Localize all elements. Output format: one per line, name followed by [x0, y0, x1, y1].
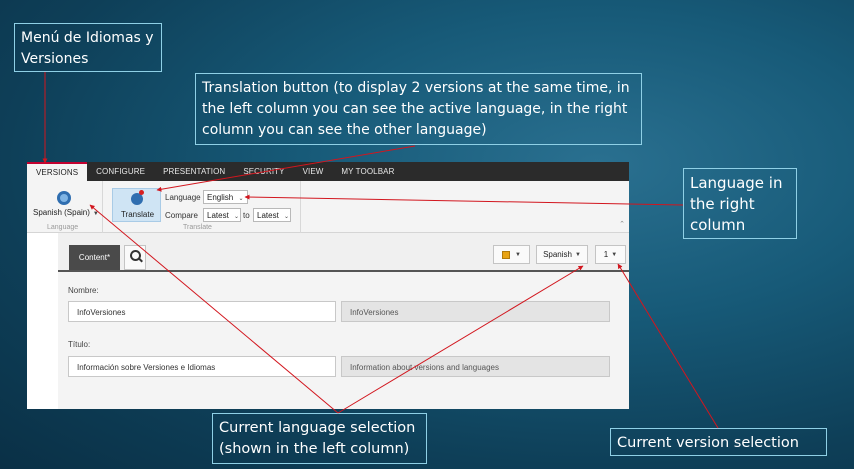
tab-security[interactable]: SECURITY — [234, 162, 293, 181]
tab-presentation[interactable]: PRESENTATION — [154, 162, 234, 181]
callout-current-version: Current version selection — [610, 428, 827, 456]
caret-down-icon: ▼ — [611, 251, 618, 258]
language-group: Spanish (Spain) ▼ Language — [27, 181, 103, 233]
version-selector-label: 1 — [603, 250, 609, 259]
callout-translate-button: Translation button (to display 2 version… — [195, 73, 642, 145]
nombre-input-left[interactable]: InfoVersiones — [68, 301, 336, 322]
translate-language-select[interactable]: English ⌄ — [203, 190, 248, 204]
nombre-input-right: InfoVersiones — [341, 301, 610, 322]
titulo-input-left[interactable]: Información sobre Versiones e Idiomas — [68, 356, 336, 377]
language-selector-label: Spanish — [543, 250, 572, 259]
save-icon — [502, 250, 511, 259]
callout-menu: Menú de Idiomas y Versiones — [14, 23, 162, 72]
compare-to-value: Latest — [257, 211, 279, 220]
version-selector-button[interactable]: 1 ▼ — [595, 245, 626, 264]
compare-from-select[interactable]: Latest ⌄ — [203, 208, 241, 222]
language-field-label: Language — [165, 193, 201, 202]
ribbon: Spanish (Spain) ▼ Language Translate Lang… — [27, 181, 629, 233]
tab-versions[interactable]: VERSIONS — [27, 162, 88, 181]
translate-icon — [131, 190, 144, 205]
caret-down-icon: ▼ — [515, 251, 521, 258]
translate-group: Translate Language English ⌄ Compare Lat… — [107, 181, 301, 233]
chevron-down-icon: ⌄ — [234, 214, 240, 220]
titulo-label: Título: — [68, 340, 91, 349]
collapse-ribbon-icon[interactable]: ⌃ — [619, 220, 625, 228]
chevron-down-icon: ⌄ — [284, 214, 290, 220]
ribbon-tabs: VERSIONS CONFIGURE PRESENTATION SECURITY… — [27, 162, 629, 181]
globe-icon — [57, 191, 71, 205]
callout-language-right-column: Language in the right column — [683, 168, 797, 239]
arrow-current-version — [617, 263, 719, 429]
translate-button-label: Translate — [120, 210, 155, 219]
tab-my-toolbar[interactable]: MY TOOLBAR — [332, 162, 403, 181]
callout-current-language: Current language selection (shown in the… — [212, 413, 427, 464]
content-fields: Nombre: InfoVersiones InfoVersiones Títu… — [58, 272, 629, 409]
language-group-name: Language — [47, 224, 79, 231]
compare-from-value: Latest — [207, 211, 229, 220]
tab-configure[interactable]: CONFIGURE — [87, 162, 154, 181]
editor-screenshot: VERSIONS CONFIGURE PRESENTATION SECURITY… — [27, 162, 629, 409]
editor-toolbar: Content* ▼ Spanish ▼ 1 ▼ — [58, 233, 629, 272]
caret-down-icon: ▼ — [574, 251, 581, 258]
language-selector-button[interactable]: Spanish ▼ — [536, 245, 588, 264]
chevron-down-icon: ⌄ — [238, 196, 244, 202]
compare-to-select[interactable]: Latest ⌄ — [253, 208, 291, 222]
tab-content[interactable]: Content* — [69, 245, 120, 270]
translate-language-value: English — [207, 193, 234, 202]
compare-to-label: to — [243, 211, 250, 220]
language-dropdown[interactable]: Spanish (Spain) ▼ — [33, 208, 99, 217]
translate-button[interactable]: Translate — [112, 188, 161, 222]
search-button[interactable] — [124, 245, 146, 270]
titulo-input-right: Information about versions and languages — [341, 356, 610, 377]
caret-down-icon: ▼ — [92, 211, 99, 217]
translate-group-name: Translate — [183, 224, 212, 231]
save-button[interactable]: ▼ — [493, 245, 530, 264]
nombre-label: Nombre: — [68, 286, 99, 295]
tab-view[interactable]: VIEW — [294, 162, 333, 181]
compare-label: Compare — [165, 211, 198, 220]
language-dropdown-label: Spanish (Spain) — [33, 208, 90, 217]
